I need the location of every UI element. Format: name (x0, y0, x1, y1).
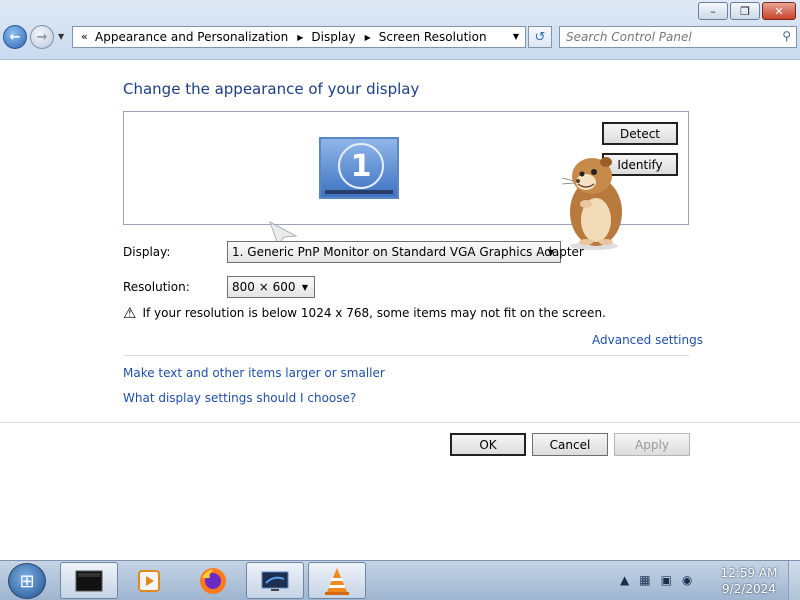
breadcrumb-arrow-icon[interactable]: ▶ (365, 33, 371, 42)
divider (123, 355, 689, 356)
apply-button[interactable]: Apply (614, 433, 690, 456)
maximize-button[interactable]: ❐ (730, 2, 760, 20)
search-placeholder: Search Control Panel (566, 30, 692, 44)
refresh-button[interactable]: ↺ (528, 26, 552, 48)
address-chevron-down-icon[interactable]: ▼ (513, 32, 519, 41)
breadcrumb-appearance[interactable]: Appearance and Personalization ▶ (95, 30, 311, 44)
chevron-down-icon: ▼ (301, 283, 308, 292)
monitor-icon (261, 571, 289, 591)
network-icon[interactable]: ▣ (661, 573, 672, 587)
display-label: Display: (123, 245, 171, 259)
vlc-cone-icon (325, 567, 349, 595)
footer-divider (0, 422, 800, 423)
warning-icon: ⚠ (123, 304, 137, 322)
search-icon[interactable]: ⚲ (782, 29, 791, 43)
breadcrumb-label: Appearance and Personalization (95, 30, 289, 44)
forward-button[interactable]: → (30, 25, 54, 49)
taskbar-app-display-settings[interactable] (246, 562, 304, 599)
clock-time: 12:59 AM (720, 566, 778, 580)
monitor-number: 1 (338, 143, 384, 189)
breadcrumb-arrow-icon[interactable]: ▶ (297, 33, 303, 42)
taskbar-clock[interactable]: 12:59 AM 9/2/2024 (718, 565, 780, 597)
address-prefix[interactable]: « (81, 30, 88, 43)
breadcrumb-display[interactable]: Display ▶ (311, 30, 378, 44)
system-tray: ▲ ▦ ▣ ◉ (620, 573, 692, 587)
resolution-warning: ⚠ If your resolution is below 1024 x 768… (123, 304, 606, 322)
cancel-button[interactable]: Cancel (532, 433, 608, 456)
breadcrumb-label: Display (311, 30, 356, 44)
back-button[interactable]: ← (3, 25, 27, 49)
firefox-icon (200, 567, 226, 594)
advanced-settings-link[interactable]: Advanced settings (592, 333, 703, 347)
display-select[interactable]: 1. Generic PnP Monitor on Standard VGA G… (227, 241, 584, 263)
ok-button[interactable]: OK (450, 433, 526, 456)
clock-date: 9/2/2024 (722, 582, 776, 596)
window-controls: – ❐ ✕ (698, 2, 796, 20)
monitor-1-icon[interactable]: 1 (319, 137, 399, 199)
page-title: Change the appearance of your display (123, 80, 420, 98)
taskbar-app-vlc[interactable] (308, 562, 366, 599)
refresh-icon: ↺ (534, 29, 546, 45)
breadcrumb-screen-resolution[interactable]: Screen Resolution (379, 30, 487, 44)
text-size-link[interactable]: Make text and other items larger or smal… (123, 366, 385, 380)
windows-logo-icon: ⊞ (19, 570, 35, 592)
warning-text: If your resolution is below 1024 x 768, … (142, 306, 606, 320)
tray-expand-icon[interactable]: ▲ (620, 573, 629, 587)
start-button[interactable]: ⊞ (8, 563, 46, 599)
minimize-button[interactable]: – (698, 2, 728, 20)
close-button[interactable]: ✕ (762, 2, 796, 20)
monitor-taskbar-strip (325, 190, 393, 194)
detect-button[interactable]: Detect (602, 122, 678, 145)
tray-app-icon[interactable]: ▦ (639, 573, 650, 587)
hamster-desktop-pet-icon[interactable] (556, 150, 632, 250)
taskbar-app-firefox[interactable] (184, 562, 242, 599)
chevron-down-icon: ▼ (547, 248, 554, 257)
address-bar[interactable]: « Appearance and Personalization ▶ Displ… (72, 26, 526, 48)
recent-pages-chevron-down-icon[interactable]: ▼ (58, 32, 64, 41)
taskbar: ⊞ ▲ ▦ ▣ ◉ 12:59 AM 9/2/2024 (0, 560, 800, 600)
display-select-value: 1. Generic PnP Monitor on Standard VGA G… (232, 245, 584, 259)
display-settings-help-link[interactable]: What display settings should I choose? (123, 391, 356, 405)
resolution-select[interactable]: 800 × 600 ▼ (227, 276, 315, 298)
show-desktop-button[interactable] (788, 561, 800, 600)
taskbar-app-terminal[interactable] (60, 562, 118, 599)
volume-icon[interactable]: ◉ (682, 573, 692, 587)
media-player-icon (138, 569, 160, 592)
taskbar-app-media-player[interactable] (120, 562, 178, 599)
terminal-icon (75, 570, 103, 591)
resolution-select-value: 800 × 600 (232, 280, 296, 294)
breadcrumb-label: Screen Resolution (378, 30, 487, 44)
window-titlebar: – ❐ ✕ ← → ▼ « Appearance and Personaliza… (0, 0, 800, 60)
resolution-label: Resolution: (123, 280, 190, 294)
search-input[interactable]: Search Control Panel ⚲ (559, 26, 797, 48)
